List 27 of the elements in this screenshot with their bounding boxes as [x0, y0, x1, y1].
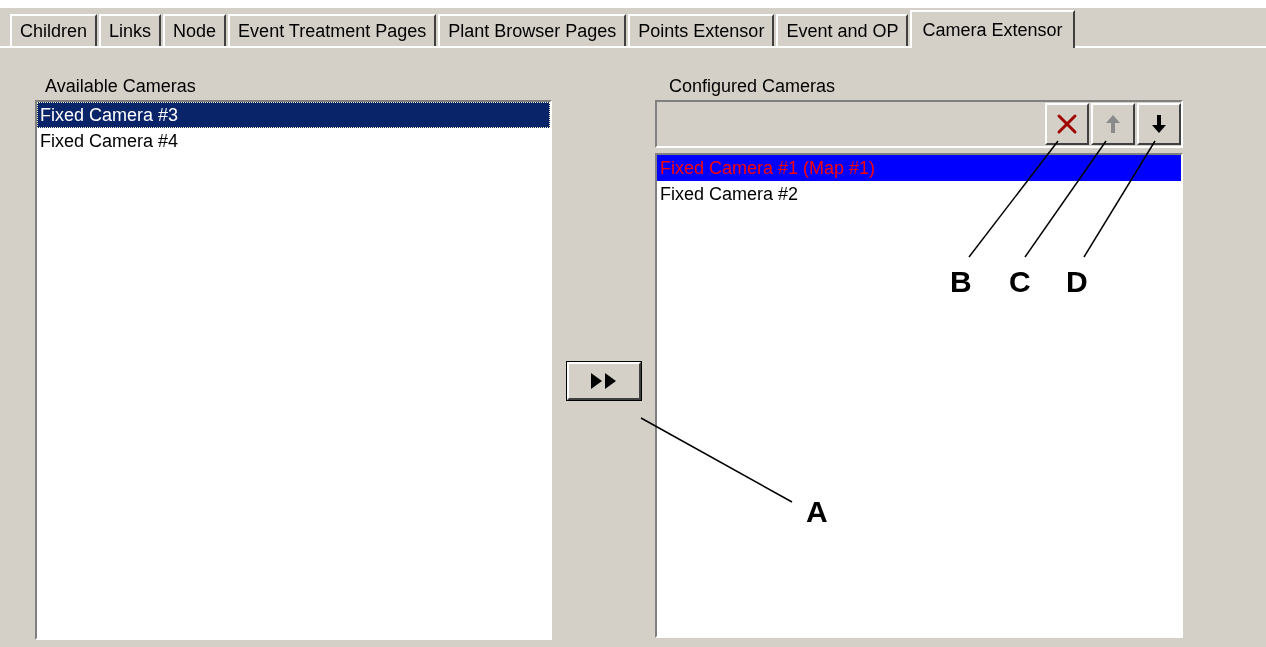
list-label: Configured Cameras — [668, 75, 837, 98]
item-text: Fixed Camera #4 — [40, 131, 179, 151]
up-arrow-icon — [1105, 114, 1121, 134]
add-button[interactable] — [566, 362, 641, 400]
item-text: Fixed Camera #1 (Map #1) — [660, 158, 876, 178]
list-label: Available Cameras — [44, 75, 197, 98]
tab[interactable]: Plant Browser Pages — [438, 14, 627, 46]
tab[interactable]: Links — [99, 14, 162, 46]
move-down-button[interactable] — [1137, 103, 1181, 145]
tab[interactable]: Node — [163, 14, 227, 46]
list-item[interactable]: Fixed Camera #2 — [657, 181, 1181, 207]
callout-letter: C — [1009, 267, 1031, 297]
tab[interactable]: Event Treatment Pages — [228, 14, 437, 46]
callout-letter: A — [806, 497, 828, 527]
delete-icon — [1056, 113, 1078, 135]
down-arrow-icon — [1151, 114, 1167, 134]
tab[interactable]: Points Extensor — [628, 14, 775, 46]
item-text: Fixed Camera #3 — [40, 105, 179, 125]
list-item[interactable]: Fixed Camera #3 — [37, 102, 550, 128]
item-text: Fixed Camera #2 — [660, 184, 799, 204]
tab[interactable]: Camera Extensor — [910, 10, 1075, 48]
list-item[interactable]: Fixed Camera #4 — [37, 128, 550, 154]
delete-button[interactable] — [1045, 103, 1089, 145]
tab[interactable]: Event and OP — [776, 14, 909, 46]
callout-letter: D — [1066, 267, 1088, 297]
callout-letter: B — [950, 267, 972, 297]
tab[interactable]: Children — [10, 14, 98, 46]
